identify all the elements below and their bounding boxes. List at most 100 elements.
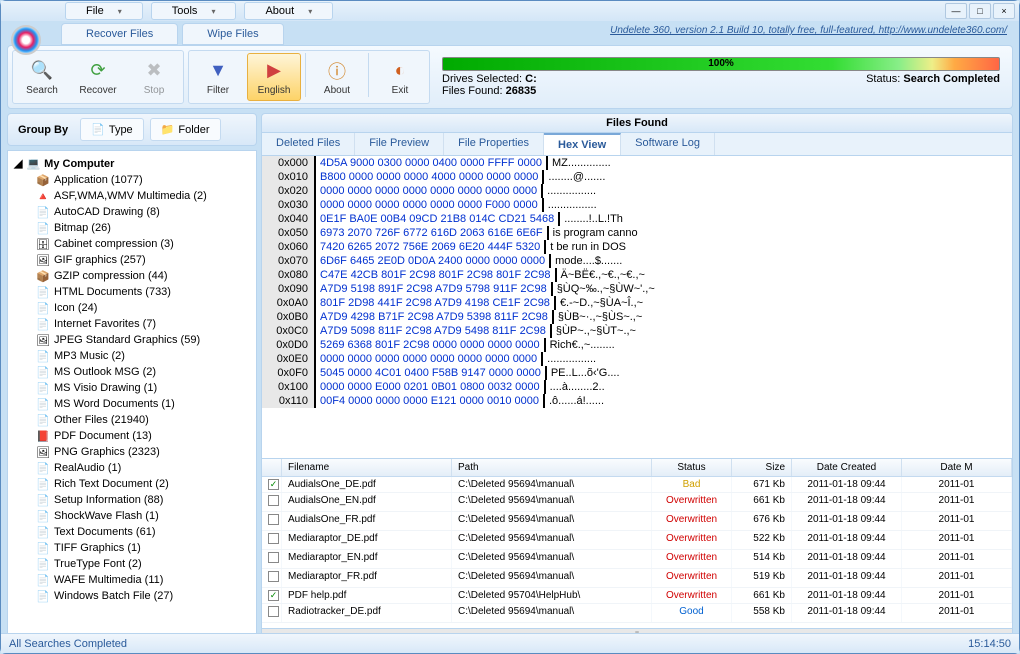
recover-button[interactable]: ⟳Recover	[71, 53, 125, 101]
filter-icon: ▼	[206, 59, 230, 83]
group-by-label: Group By	[12, 124, 74, 136]
tree-item[interactable]: 🗄Cabinet compression (3)	[12, 236, 252, 252]
header-date-modified[interactable]: Date M	[902, 459, 1012, 476]
minimize-button[interactable]: —	[945, 3, 967, 19]
search-button[interactable]: 🔍Search	[15, 53, 69, 101]
file-row[interactable]: AudialsOne_EN.pdfC:\Deleted 95694\manual…	[262, 493, 1012, 512]
tree-item[interactable]: 📄MP3 Music (2)	[12, 348, 252, 364]
hex-row: 0x080C47E 42CB 801F 2C98 801F 2C98 801F …	[262, 268, 1012, 282]
filter-button[interactable]: ▼Filter	[191, 53, 245, 101]
file-type-icon: 📄	[36, 349, 50, 363]
drives-label: Drives Selected:	[442, 73, 522, 85]
tree-item[interactable]: 📕PDF Document (13)	[12, 428, 252, 444]
file-type-icon: 📄	[36, 205, 50, 219]
stop-button[interactable]: ✖Stop	[127, 53, 181, 101]
group-folder-button[interactable]: 📁Folder	[150, 118, 221, 141]
tree-item[interactable]: 🖼JPEG Standard Graphics (59)	[12, 332, 252, 348]
row-checkbox[interactable]	[268, 552, 279, 563]
tree-item[interactable]: 📄TIFF Graphics (1)	[12, 540, 252, 556]
row-checkbox[interactable]	[268, 514, 279, 525]
category-tree[interactable]: ◢💻My Computer 📦Application (1077)🔺ASF,WM…	[7, 150, 257, 643]
menu-about[interactable]: About▾	[244, 2, 333, 20]
tree-item[interactable]: 📄AutoCAD Drawing (8)	[12, 204, 252, 220]
files-label: Files Found:	[442, 85, 503, 97]
tree-item[interactable]: 📄Icon (24)	[12, 300, 252, 316]
tab-file-preview[interactable]: File Preview	[355, 133, 444, 155]
header-date-created[interactable]: Date Created	[792, 459, 902, 476]
file-row[interactable]: ✓PDF help.pdfC:\Deleted 95704\HelpHub\Ov…	[262, 588, 1012, 604]
file-row[interactable]: Mediaraptor_FR.pdfC:\Deleted 95694\manua…	[262, 569, 1012, 588]
header-size[interactable]: Size	[732, 459, 792, 476]
file-row[interactable]: Mediaraptor_DE.pdfC:\Deleted 95694\manua…	[262, 531, 1012, 550]
tree-item[interactable]: 📄Other Files (21940)	[12, 412, 252, 428]
file-type-icon: 📦	[36, 269, 50, 283]
status-message: All Searches Completed	[9, 638, 127, 650]
tree-item[interactable]: 📄TrueType Font (2)	[12, 556, 252, 572]
tree-item[interactable]: 📄Setup Information (88)	[12, 492, 252, 508]
about-button[interactable]: ⓘAbout	[310, 53, 364, 101]
tree-item[interactable]: 📄HTML Documents (733)	[12, 284, 252, 300]
row-checkbox[interactable]: ✓	[268, 479, 279, 490]
file-type-icon: 📄	[36, 525, 50, 539]
file-row[interactable]: AudialsOne_FR.pdfC:\Deleted 95694\manual…	[262, 512, 1012, 531]
tab-file-properties[interactable]: File Properties	[444, 133, 544, 155]
row-checkbox[interactable]	[268, 571, 279, 582]
file-type-icon: 📄	[36, 573, 50, 587]
row-checkbox[interactable]	[268, 495, 279, 506]
tree-item[interactable]: 📄Bitmap (26)	[12, 220, 252, 236]
tree-item[interactable]: 📄Internet Favorites (7)	[12, 316, 252, 332]
file-type-icon: 🔺	[36, 189, 50, 203]
row-checkbox[interactable]: ✓	[268, 590, 279, 601]
menu-file[interactable]: File▾	[65, 2, 143, 20]
progress-text: 100%	[708, 58, 734, 69]
tab-recover-files[interactable]: Recover Files	[61, 23, 178, 45]
tree-item[interactable]: 🖼PNG Graphics (2323)	[12, 444, 252, 460]
tree-item[interactable]: 📄MS Word Documents (1)	[12, 396, 252, 412]
tree-item[interactable]: 📄Windows Batch File (27)	[12, 588, 252, 604]
file-list-grid[interactable]: Filename Path Status Size Date Created D…	[261, 459, 1013, 629]
language-button[interactable]: ▶English	[247, 53, 301, 101]
header-path[interactable]: Path	[452, 459, 652, 476]
file-row[interactable]: ✓AudialsOne_DE.pdfC:\Deleted 95694\manua…	[262, 477, 1012, 493]
hex-row: 0x0607420 6265 2072 756E 2069 6E20 444F …	[262, 240, 1012, 254]
tree-item[interactable]: 📄MS Visio Drawing (1)	[12, 380, 252, 396]
tree-item[interactable]: 🖼GIF graphics (257)	[12, 252, 252, 268]
info-icon: ⓘ	[325, 59, 349, 83]
tree-item[interactable]: 📄WAFE Multimedia (11)	[12, 572, 252, 588]
file-type-icon: 📄	[36, 413, 50, 427]
file-type-icon: 📄	[36, 381, 50, 395]
tree-item[interactable]: 📄RealAudio (1)	[12, 460, 252, 476]
header-filename[interactable]: Filename	[282, 459, 452, 476]
tree-item[interactable]: 📄Rich Text Document (2)	[12, 476, 252, 492]
hex-row: 0x0004D5A 9000 0300 0000 0400 0000 FFFF …	[262, 156, 1012, 170]
tab-software-log[interactable]: Software Log	[621, 133, 715, 155]
file-type-icon: 📄	[36, 365, 50, 379]
product-link[interactable]: Undelete 360, version 2.1 Build 10, tota…	[610, 25, 1007, 36]
tree-item[interactable]: 📄MS Outlook MSG (2)	[12, 364, 252, 380]
file-row[interactable]: Mediaraptor_EN.pdfC:\Deleted 95694\manua…	[262, 550, 1012, 569]
tab-hex-view[interactable]: Hex View	[544, 133, 621, 155]
file-type-icon: 📄	[36, 285, 50, 299]
close-button[interactable]: ×	[993, 3, 1015, 19]
file-type-icon: 🖼	[36, 253, 50, 267]
tree-item[interactable]: 📦Application (1077)	[12, 172, 252, 188]
group-type-button[interactable]: 📄Type	[80, 118, 144, 141]
file-type-icon: 📄	[36, 493, 50, 507]
header-status[interactable]: Status	[652, 459, 732, 476]
menu-tools[interactable]: Tools▾	[151, 2, 237, 20]
file-type-icon: 📄	[36, 477, 50, 491]
maximize-button[interactable]: □	[969, 3, 991, 19]
file-row[interactable]: Radiotracker_DE.pdfC:\Deleted 95694\manu…	[262, 604, 1012, 623]
tab-deleted-files[interactable]: Deleted Files	[262, 133, 355, 155]
tree-item[interactable]: 🔺ASF,WMA,WMV Multimedia (2)	[12, 188, 252, 204]
tab-wipe-files[interactable]: Wipe Files	[182, 23, 283, 45]
tree-item[interactable]: 📄Text Documents (61)	[12, 524, 252, 540]
tree-root[interactable]: ◢💻My Computer	[12, 155, 252, 172]
tree-item[interactable]: 📦GZIP compression (44)	[12, 268, 252, 284]
hex-row: 0x090A7D9 5198 891F 2C98 A7D9 5798 911F …	[262, 282, 1012, 296]
row-checkbox[interactable]	[268, 533, 279, 544]
exit-button[interactable]: ◐Exit	[373, 53, 427, 101]
hex-viewer[interactable]: 0x0004D5A 9000 0300 0000 0400 0000 FFFF …	[261, 155, 1013, 459]
tree-item[interactable]: 📄ShockWave Flash (1)	[12, 508, 252, 524]
row-checkbox[interactable]	[268, 606, 279, 617]
